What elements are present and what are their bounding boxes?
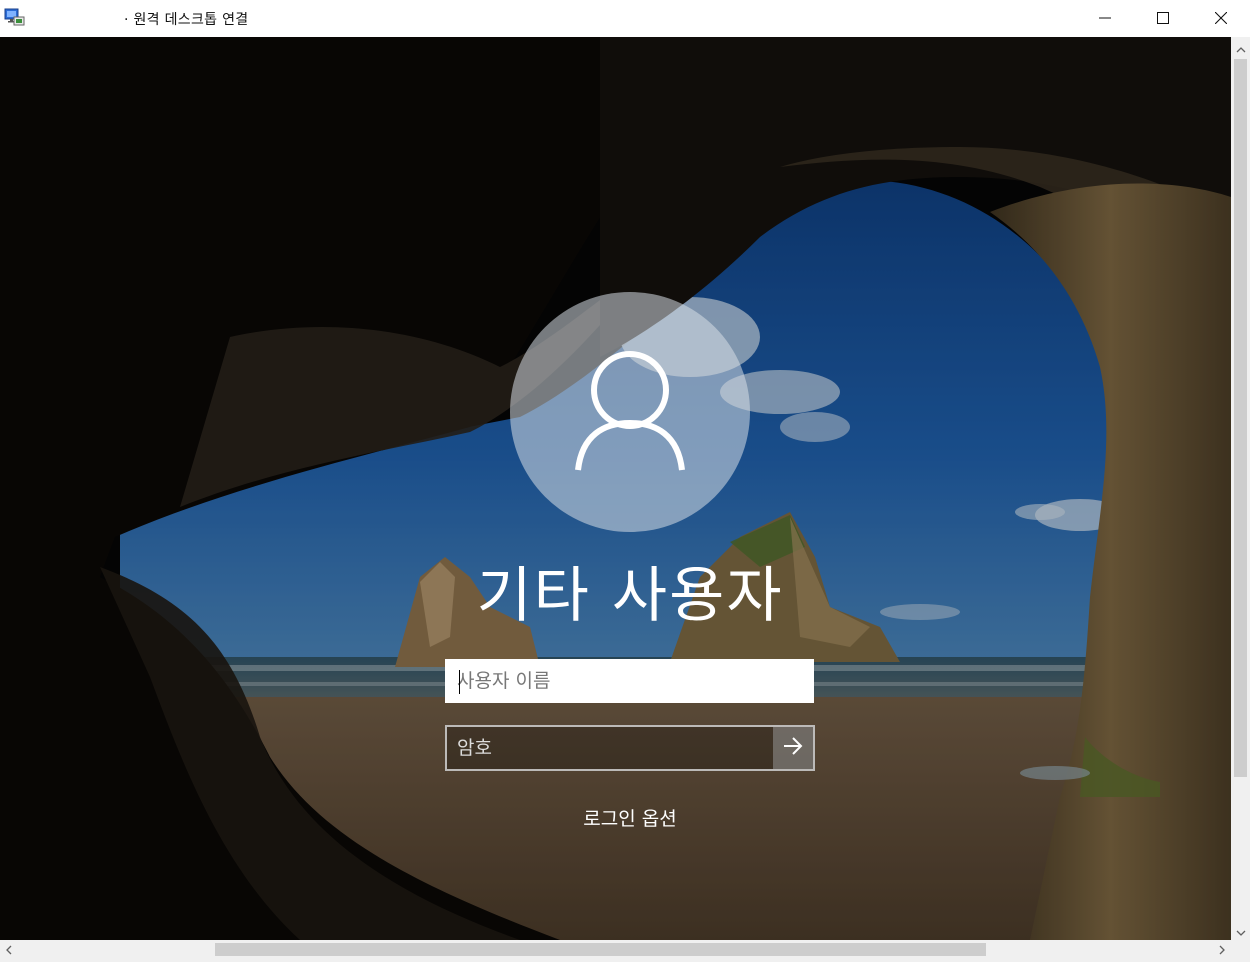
username-field-container[interactable] (445, 659, 814, 703)
title-bar[interactable]: · 원격 데스크톱 연결 (0, 0, 1250, 38)
remote-desktop-icon[interactable] (4, 8, 26, 28)
submit-button[interactable] (773, 727, 813, 769)
horizontal-scroll-thumb[interactable] (215, 943, 986, 956)
minimize-icon (1099, 9, 1111, 28)
scrollbar-corner (1231, 940, 1250, 962)
vertical-scrollbar[interactable] (1231, 37, 1250, 940)
user-silhouette-icon (570, 345, 690, 479)
chevron-down-icon (1236, 921, 1246, 940)
user-title: 기타 사용자 (476, 561, 784, 631)
chevron-up-icon (1236, 38, 1246, 57)
chevron-right-icon (1219, 940, 1225, 959)
scroll-down-button[interactable] (1231, 920, 1250, 940)
scroll-up-button[interactable] (1231, 37, 1250, 57)
maximize-icon (1157, 9, 1169, 28)
window-title: · 원격 데스크톱 연결 (124, 12, 249, 28)
sign-in-options-link[interactable]: 로그인 옵션 (530, 804, 730, 831)
arrow-right-icon (783, 737, 803, 759)
minimize-button[interactable] (1076, 0, 1134, 37)
password-field-container[interactable] (445, 725, 815, 771)
scroll-left-button[interactable] (0, 940, 18, 959)
text-caret (459, 670, 460, 694)
username-input[interactable] (447, 661, 812, 701)
maximize-button[interactable] (1134, 0, 1192, 37)
vertical-scroll-thumb[interactable] (1234, 59, 1247, 777)
password-input[interactable] (447, 727, 774, 769)
close-icon (1214, 9, 1228, 28)
remote-session-viewport[interactable]: 기타 사용자 로그인 옵션 (0, 37, 1231, 940)
chevron-left-icon (6, 940, 12, 959)
user-avatar (510, 292, 750, 532)
horizontal-scrollbar[interactable] (0, 940, 1231, 959)
close-button[interactable] (1192, 0, 1250, 37)
scroll-right-button[interactable] (1213, 940, 1231, 959)
